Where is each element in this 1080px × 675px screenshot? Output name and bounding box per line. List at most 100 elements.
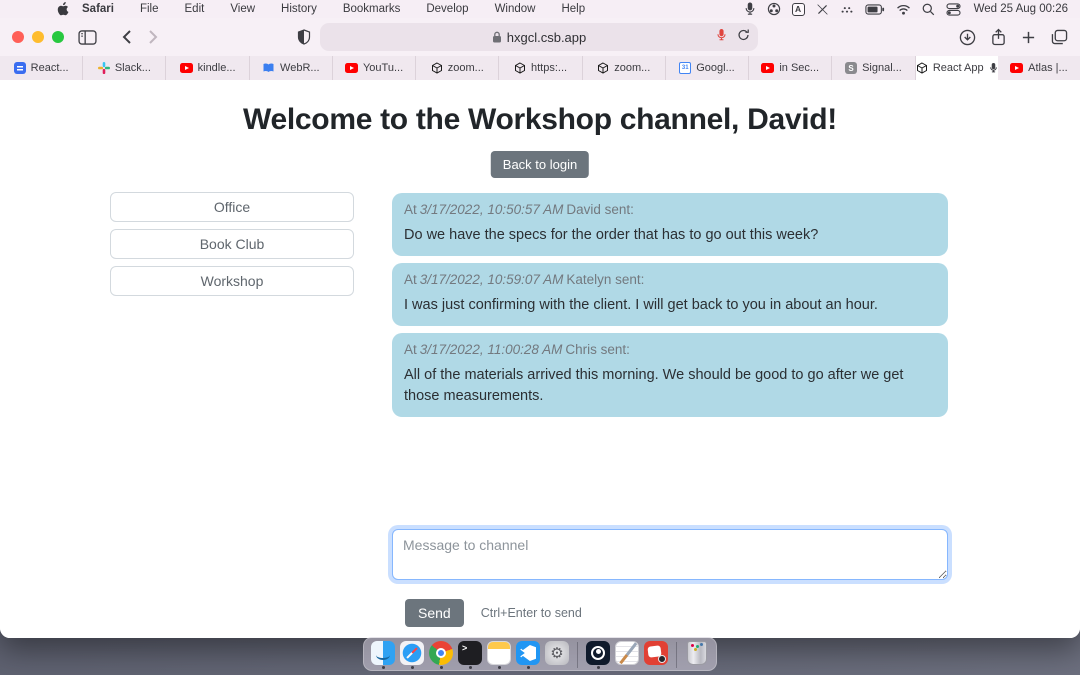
url-text: hxgcl.csb.app [507, 30, 587, 45]
tab-mic-active-icon[interactable] [716, 28, 727, 42]
youtube-favicon [345, 63, 358, 73]
pen-disabled-icon[interactable] [816, 3, 829, 16]
dock-textedit-icon[interactable] [615, 641, 639, 669]
menu-item-window[interactable]: Window [482, 3, 549, 15]
close-window-button[interactable] [12, 31, 24, 43]
send-button[interactable]: Send [405, 599, 464, 627]
dock-terminal-icon[interactable] [458, 641, 482, 669]
message-text: I was just confirming with the client. I… [404, 295, 936, 316]
tab-react-docs[interactable]: React... [0, 56, 83, 80]
message-bubble: At3/17/2022, 11:00:28 AMChris sent: All … [392, 333, 948, 417]
dock-notes-icon[interactable] [487, 641, 511, 669]
menu-item-file[interactable]: File [127, 3, 172, 15]
zoom-window-button[interactable] [52, 31, 64, 43]
menu-clock[interactable]: Wed 25 Aug 00:26 [974, 3, 1068, 15]
dock-photo-booth-icon[interactable] [644, 641, 668, 669]
channel-button-book-club[interactable]: Book Club [110, 229, 354, 259]
forward-button[interactable] [148, 29, 159, 45]
youtube-favicon [1010, 63, 1023, 73]
tab-signal[interactable]: S Signal... [832, 56, 915, 80]
tab-in-sec[interactable]: in Sec... [749, 56, 832, 80]
dock-obs-icon[interactable] [586, 641, 610, 669]
tls-lock-icon [492, 31, 502, 43]
minimize-window-button[interactable] [32, 31, 44, 43]
slack-favicon [98, 62, 110, 74]
browser-toolbar: hxgcl.csb.app [0, 18, 1080, 56]
spotlight-search-icon[interactable] [922, 3, 935, 16]
message-input[interactable] [392, 529, 948, 580]
new-tab-icon[interactable] [1021, 30, 1036, 45]
tab-zoom-2[interactable]: zoom... [583, 56, 666, 80]
traffic-lights [12, 31, 64, 43]
back-button[interactable] [121, 29, 132, 45]
tab-https[interactable]: https:... [499, 56, 582, 80]
channel-button-office[interactable]: Office [110, 192, 354, 222]
tab-overview-icon[interactable] [1051, 29, 1068, 45]
tab-zoom-1[interactable]: zoom... [416, 56, 499, 80]
channel-button-workshop[interactable]: Workshop [110, 266, 354, 296]
web-page: Welcome to the Workshop channel, David! … [0, 80, 1080, 638]
dock-trash-icon[interactable] [685, 641, 709, 669]
book-favicon [262, 62, 275, 74]
menu-item-edit[interactable]: Edit [172, 3, 218, 15]
dock-finder-icon[interactable] [371, 641, 395, 669]
address-bar[interactable]: hxgcl.csb.app [320, 23, 758, 51]
dock-chrome-icon[interactable] [429, 641, 453, 669]
message-bubble: At3/17/2022, 10:50:57 AMDavid sent: Do w… [392, 193, 948, 256]
dock-vscode-icon[interactable] [516, 641, 540, 669]
react-docs-favicon [14, 62, 26, 74]
google-calendar-favicon: 31 [679, 62, 691, 74]
message-text: Do we have the specs for the order that … [404, 225, 936, 246]
page-title: Welcome to the Workshop channel, David! [0, 100, 1080, 140]
signal-favicon: S [845, 62, 857, 74]
message-list: At3/17/2022, 10:50:57 AMDavid sent: Do w… [392, 193, 948, 424]
menu-bar: Safari File Edit View History Bookmarks … [0, 0, 1080, 18]
dock-system-settings-icon[interactable]: ⚙ [545, 641, 569, 669]
back-to-login-button[interactable]: Back to login [491, 151, 589, 178]
youtube-favicon [761, 63, 774, 73]
sidebar-toggle-icon[interactable] [78, 30, 97, 45]
menu-item-bookmarks[interactable]: Bookmarks [330, 3, 414, 15]
tab-bar: React... Slack... kindle... WebR... [0, 56, 1080, 80]
channel-list: Office Book Club Workshop [110, 192, 354, 303]
message-meta: At3/17/2022, 10:50:57 AMDavid sent: [404, 202, 936, 217]
dock: ⚙ [363, 637, 717, 671]
menu-item-safari[interactable]: Safari [69, 3, 127, 15]
menu-item-help[interactable]: Help [548, 3, 598, 15]
youtube-favicon [180, 63, 193, 73]
message-meta: At3/17/2022, 11:00:28 AMChris sent: [404, 342, 936, 357]
input-source-icon[interactable]: A [792, 3, 805, 16]
tab-google-calendar[interactable]: 31 Googl... [666, 56, 749, 80]
message-bubble: At3/17/2022, 10:59:07 AMKatelyn sent: I … [392, 263, 948, 326]
reload-icon[interactable] [737, 28, 750, 42]
tab-slack[interactable]: Slack... [83, 56, 166, 80]
microphone-status-icon[interactable] [744, 2, 756, 16]
tab-youtube[interactable]: YouTu... [333, 56, 416, 80]
dock-divider [577, 642, 578, 668]
tab-webr[interactable]: WebR... [250, 56, 333, 80]
message-composer: Send Ctrl+Enter to send [392, 529, 952, 627]
codesandbox-favicon [916, 62, 928, 74]
control-center-icon[interactable] [946, 3, 961, 16]
dock-safari-icon[interactable] [400, 641, 424, 669]
battery-icon[interactable] [865, 4, 885, 15]
tab-atlas[interactable]: Atlas |... [998, 56, 1080, 80]
message-meta: At3/17/2022, 10:59:07 AMKatelyn sent: [404, 272, 936, 287]
obs-status-icon[interactable] [767, 2, 781, 16]
downloads-icon[interactable] [959, 29, 976, 46]
screen-dots-icon[interactable] [840, 3, 854, 15]
tab-kindle[interactable]: kindle... [166, 56, 249, 80]
codesandbox-favicon [514, 62, 526, 74]
tab-react-app-active[interactable]: React App [916, 56, 998, 80]
menu-item-view[interactable]: View [217, 3, 268, 15]
dock-divider [676, 642, 677, 668]
menu-item-develop[interactable]: Develop [413, 3, 481, 15]
wifi-icon[interactable] [896, 4, 911, 15]
menu-item-history[interactable]: History [268, 3, 330, 15]
apple-menu-icon[interactable] [57, 2, 69, 16]
tab-audio-mic-icon[interactable] [989, 62, 998, 74]
desktop: Safari File Edit View History Bookmarks … [0, 0, 1080, 675]
share-icon[interactable] [991, 28, 1006, 46]
codesandbox-favicon [597, 62, 609, 74]
privacy-shield-icon[interactable] [297, 29, 311, 45]
